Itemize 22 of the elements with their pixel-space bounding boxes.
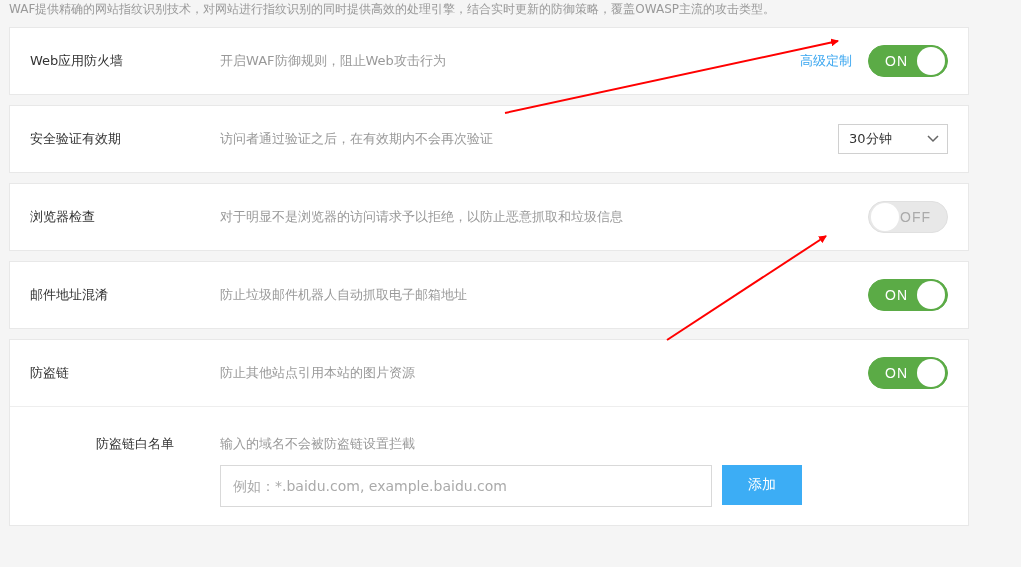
add-button[interactable]: 添加	[722, 465, 802, 505]
setting-label: 邮件地址混淆	[30, 286, 109, 304]
setting-label: 安全验证有效期	[30, 130, 122, 148]
setting-description: 访问者通过验证之后，在有效期内不会再次验证	[220, 130, 494, 148]
setting-description: 防止其他站点引用本站的图片资源	[220, 364, 416, 382]
setting-label: 防盗链	[30, 364, 70, 382]
toggle-switch[interactable]: OFF	[868, 201, 948, 233]
setting-label: 浏览器检查	[30, 208, 96, 226]
intro-text: WAF提供精确的网站指纹识别技术，对网站进行指纹识别的同时提供高效的处理引擎，结合实时更新的防御策略，覆盖OWASP主流的攻击类型。	[9, 1, 777, 17]
setting-description: 开启WAF防御规则，阻止Web攻击行为	[220, 52, 447, 70]
chevron-down-icon	[927, 135, 939, 143]
toggle-switch[interactable]: ON	[868, 357, 948, 389]
setting-label: Web应用防火墙	[30, 52, 125, 70]
whitelist-label: 防盗链白名单	[96, 435, 175, 453]
domain-input[interactable]: 例如：*.baidu.com, example.baidu.com	[220, 465, 712, 507]
setting-description: 防止垃圾邮件机器人自动抓取电子邮箱地址	[220, 286, 468, 304]
toggle-switch[interactable]: ON	[868, 45, 948, 77]
duration-select[interactable]: 30分钟	[838, 124, 948, 154]
advanced-link[interactable]: 高级定制	[800, 52, 852, 70]
setting-description: 对于明显不是浏览器的访问请求予以拒绝，以防止恶意抓取和垃圾信息	[220, 208, 624, 226]
whitelist-hint: 输入的域名不会被防盗链设置拦截	[220, 435, 416, 453]
toggle-switch[interactable]: ON	[868, 279, 948, 311]
